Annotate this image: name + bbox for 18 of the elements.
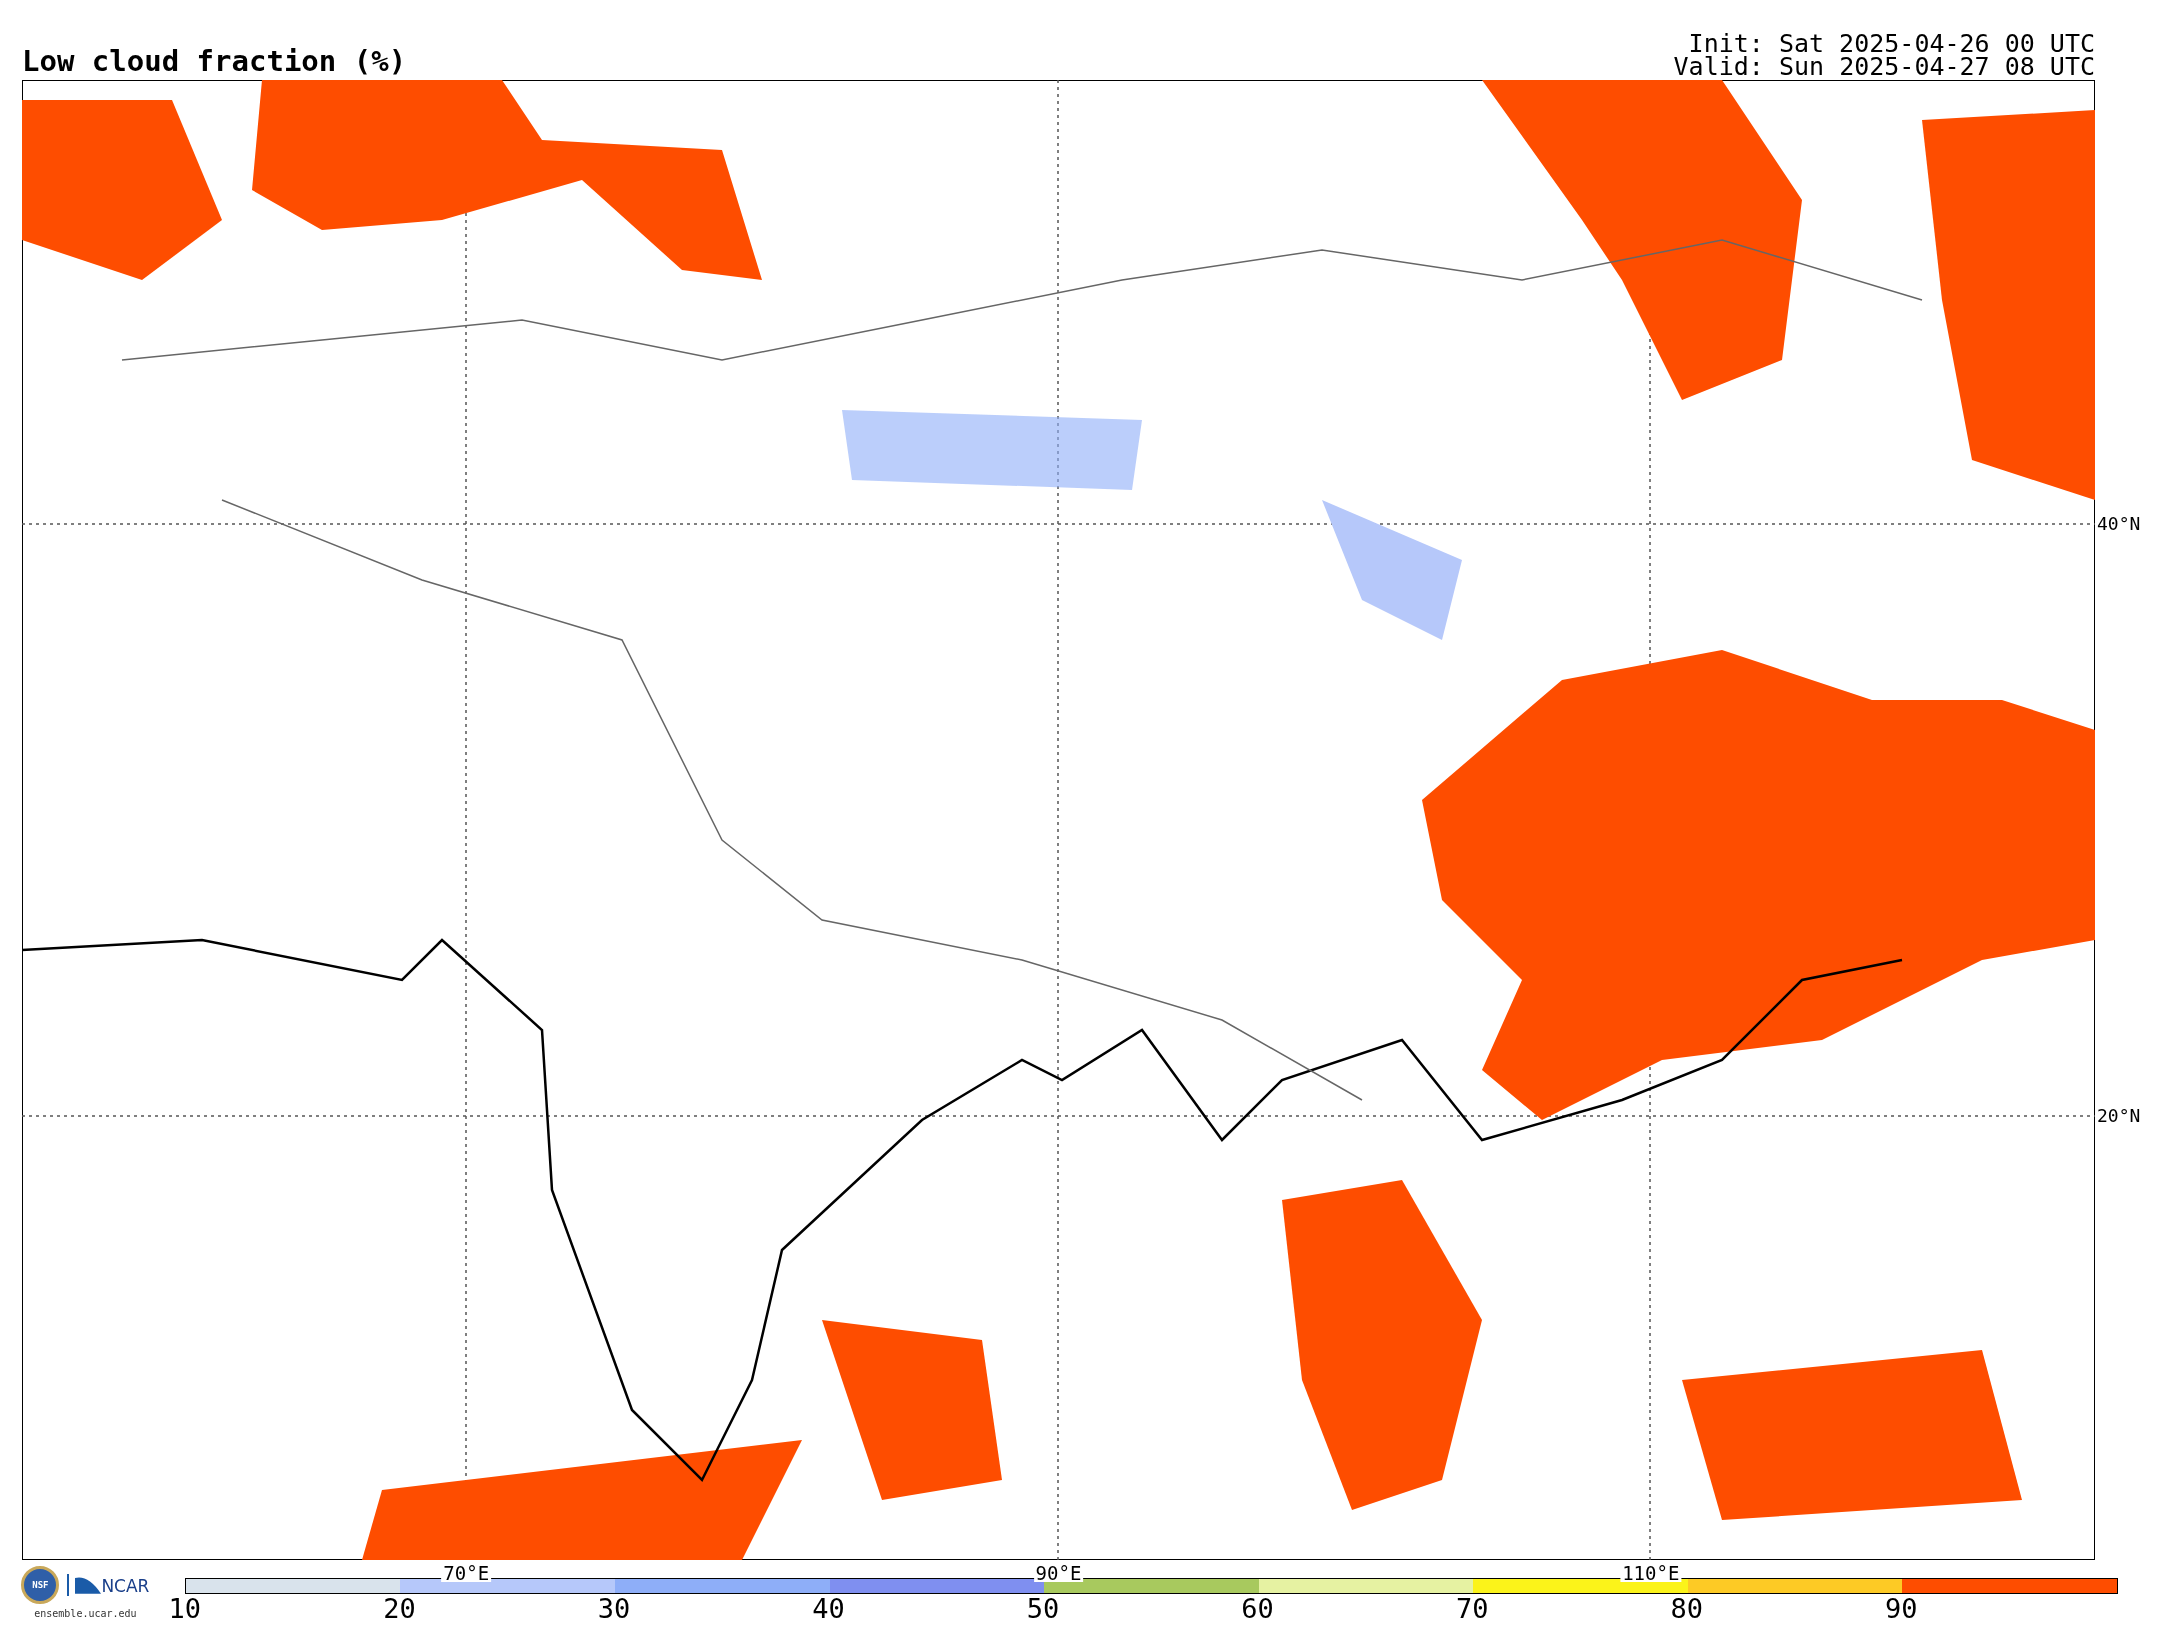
scale-label: 10 xyxy=(168,1594,202,1624)
init-time: Init: Sat 2025-04-26 00 UTC xyxy=(1688,32,2095,55)
seal-logo: NSF xyxy=(21,1566,60,1604)
longitude-label: 70°E xyxy=(441,1564,492,1582)
site-url: ensemble.ucar.edu xyxy=(34,1608,137,1619)
scale-label: 70 xyxy=(1455,1594,1489,1624)
ncar-logo: NCAR xyxy=(67,1574,150,1596)
scale-label: 30 xyxy=(597,1594,631,1624)
scale-label: 50 xyxy=(1026,1594,1060,1624)
chart-title: Low cloud fraction (%) xyxy=(22,44,407,78)
scale-label: 80 xyxy=(1670,1594,1703,1624)
scale-label: 90 xyxy=(1885,1594,1918,1624)
longitude-label: 90°E xyxy=(1033,1564,1084,1582)
scale-label: 60 xyxy=(1241,1594,1274,1624)
scale-label: 40 xyxy=(812,1594,845,1624)
valid-time: Valid: Sun 2025-04-27 08 UTC xyxy=(1673,55,2095,78)
longitude-label: 110°E xyxy=(1620,1564,1682,1582)
scale-label: 20 xyxy=(383,1594,416,1624)
